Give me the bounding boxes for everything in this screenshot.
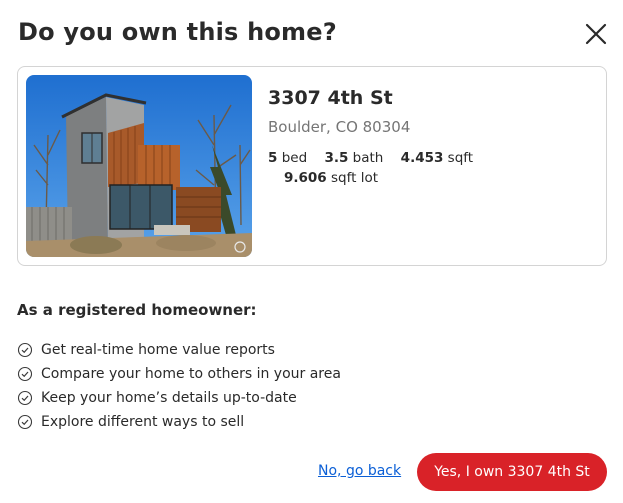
sqft-value: 4.453 [400, 150, 444, 166]
property-specs: 5 bed 3.5 bath 4.453 sqft 9.606 sqft lot [268, 148, 473, 188]
check-circle-icon [17, 366, 33, 382]
benefit-item: Compare your home to others in your area [17, 362, 341, 386]
benefit-text: Compare your home to others in your area [41, 366, 341, 382]
benefit-text: Get real-time home value reports [41, 342, 275, 358]
close-button[interactable] [582, 20, 610, 48]
benefits-list: Get real-time home value reports Compare… [17, 338, 341, 434]
baths-value: 3.5 [324, 150, 349, 166]
dialog-title: Do you own this home? [18, 18, 337, 46]
confirm-ownership-button[interactable]: Yes, I own 3307 4th St [417, 453, 607, 491]
lot-label: sqft lot [331, 170, 379, 186]
property-card: 3307 4th St Boulder, CO 80304 5 bed 3.5 … [17, 66, 607, 266]
property-address: 3307 4th St [268, 87, 393, 109]
check-circle-icon [17, 414, 33, 430]
baths-label: bath [352, 150, 384, 166]
benefit-text: Explore different ways to sell [41, 414, 245, 430]
go-back-link[interactable]: No, go back [318, 463, 401, 479]
check-circle-icon [17, 390, 33, 406]
benefit-item: Get real-time home value reports [17, 338, 341, 362]
benefits-heading: As a registered homeowner: [17, 301, 257, 319]
beds-value: 5 [268, 150, 278, 166]
benefit-item: Keep your home’s details up-to-date [17, 386, 341, 410]
ownership-dialog: Do you own this home? 3307 4th St Boulde… [0, 0, 623, 503]
sqft-label: sqft [447, 150, 474, 166]
property-city-state: Boulder, CO 80304 [268, 118, 411, 136]
property-photo [26, 75, 252, 257]
lot-value: 9.606 [284, 170, 327, 186]
beds-label: bed [281, 150, 308, 166]
close-icon [585, 23, 607, 45]
check-circle-icon [17, 342, 33, 358]
benefit-text: Keep your home’s details up-to-date [41, 390, 297, 406]
benefit-item: Explore different ways to sell [17, 410, 341, 434]
